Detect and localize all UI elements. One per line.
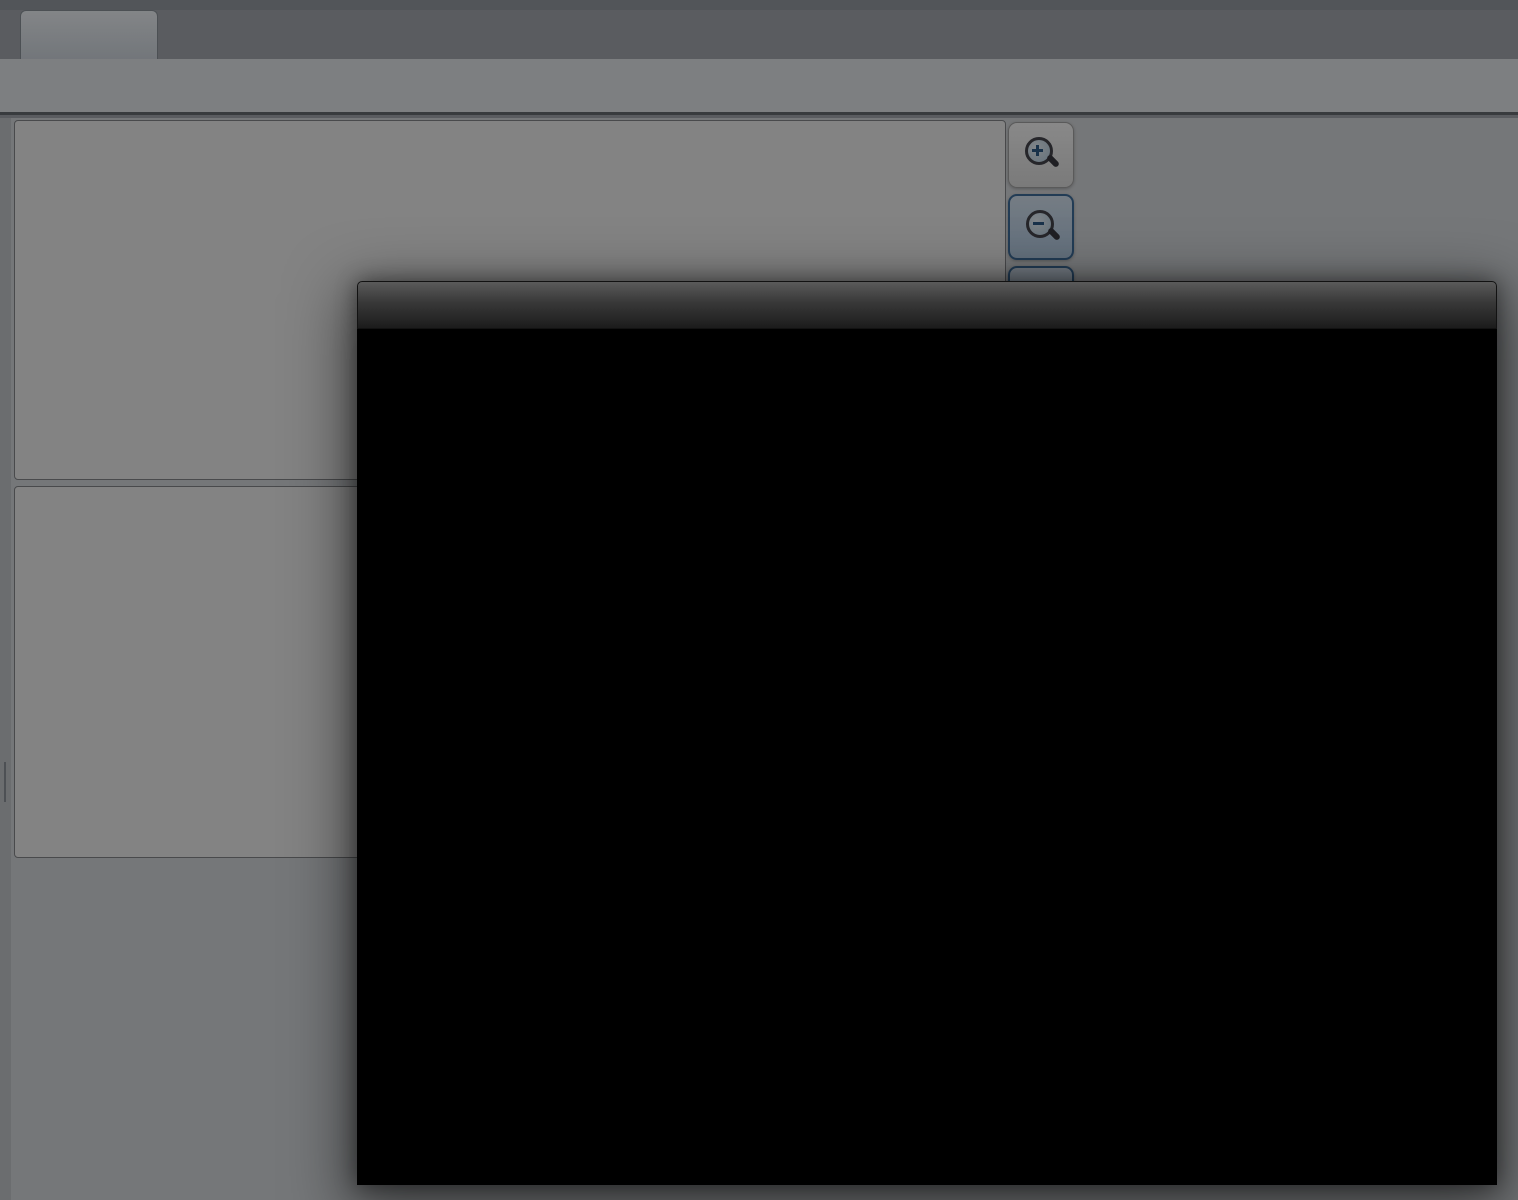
dialog-titlebar[interactable]: [357, 281, 1497, 329]
terminal-output: [357, 329, 1497, 1185]
page-root: [0, 0, 1518, 1200]
running-processes-dialog: [357, 281, 1497, 1185]
